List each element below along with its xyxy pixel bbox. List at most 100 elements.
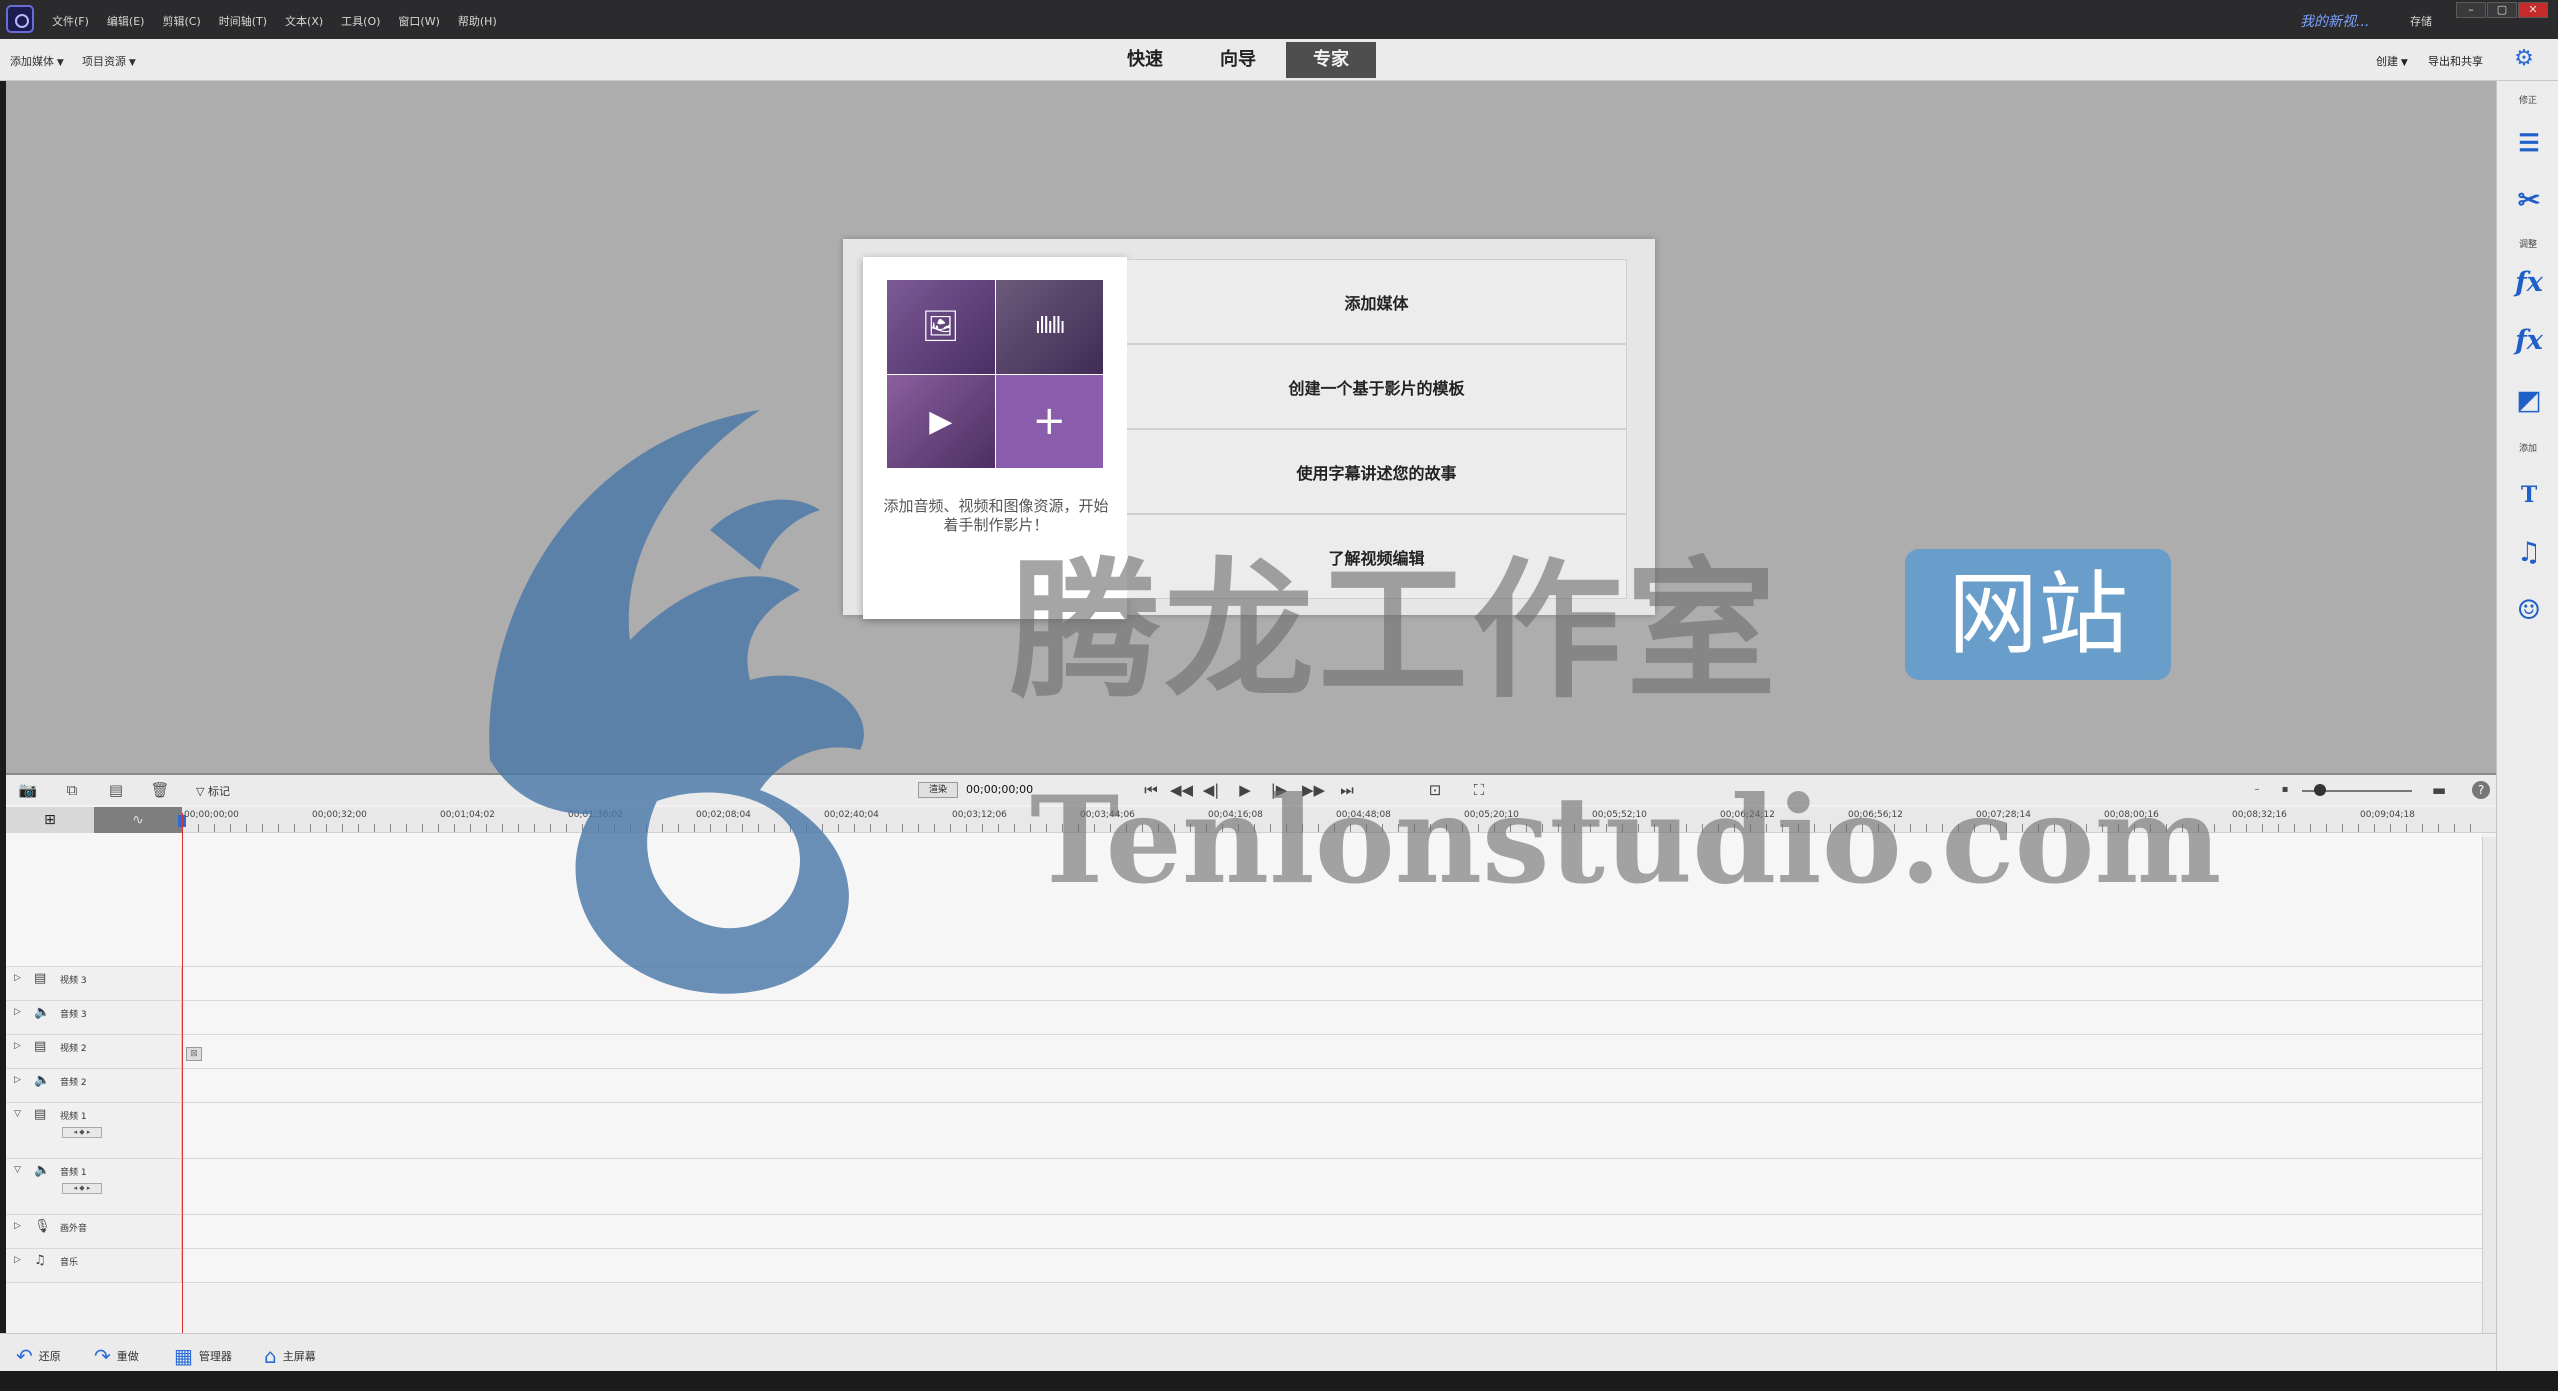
create-dropdown[interactable]: 创建 bbox=[2376, 53, 2408, 69]
ruler-label: 00;04;16;08 bbox=[1208, 810, 1263, 820]
media-tiles[interactable]: 🖼 ıllıllı ▶ + bbox=[887, 280, 1103, 468]
redo-label: 重做 bbox=[116, 1350, 139, 1363]
option-titles-story[interactable]: 使用字幕讲述您的故事 bbox=[1127, 429, 1627, 514]
track-music[interactable]: ▷ ♫ 音乐 bbox=[6, 1249, 2482, 1283]
clip-placeholder-icon[interactable]: ⊠ bbox=[186, 1047, 202, 1061]
render-button[interactable]: 渲染 bbox=[918, 782, 958, 798]
track-audio-1[interactable]: ▽ 🔈 音频 1 ◂ ◆ ▸ bbox=[6, 1159, 2482, 1215]
collapse-icon[interactable]: ▽ bbox=[14, 1165, 21, 1175]
option-add-media[interactable]: 添加媒体 bbox=[1127, 259, 1627, 344]
menu-help[interactable]: 帮助(H) bbox=[458, 13, 497, 29]
fx-edit-icon[interactable]: fx bbox=[2513, 267, 2545, 299]
option-movie-template[interactable]: 创建一个基于影片的模板 bbox=[1127, 344, 1627, 429]
go-to-end-icon[interactable]: ⏭ bbox=[1336, 780, 1358, 800]
track-video-3[interactable]: ▷ ▤ 视频 3 bbox=[6, 967, 2482, 1001]
organizer-button[interactable]: ▦ 管理器 bbox=[174, 1344, 232, 1368]
track-narration[interactable]: ▷ 🎙 画外音 bbox=[6, 1215, 2482, 1249]
title-icon[interactable]: T bbox=[2513, 479, 2545, 511]
add-label: 添加 bbox=[2518, 444, 2537, 454]
rewind-icon[interactable]: ◀◀ bbox=[1170, 780, 1193, 800]
audio-tile: ıllıllı bbox=[995, 280, 1103, 374]
welcome-description: 添加音频、视频和图像资源，开始着手制作影片！ bbox=[883, 497, 1109, 534]
track-audio-3[interactable]: ▷ 🔈 音频 3 bbox=[6, 1001, 2482, 1035]
track-header: ▷ ▤ 视频 3 bbox=[6, 967, 182, 1000]
graphics-icon[interactable]: ☺ bbox=[2513, 595, 2545, 627]
menu-window[interactable]: 窗口(W) bbox=[398, 13, 439, 29]
expand-icon[interactable]: ▷ bbox=[14, 1255, 21, 1265]
fx-icon[interactable]: fx bbox=[2513, 325, 2545, 357]
project-name[interactable]: 我的新视... bbox=[2300, 11, 2369, 31]
ruler-label: 00;05;20;10 bbox=[1464, 810, 1519, 820]
mode-expert-tab[interactable]: 专家 bbox=[1286, 42, 1376, 78]
expand-icon[interactable]: ▷ bbox=[14, 973, 21, 983]
expand-icon[interactable]: ▷ bbox=[14, 1041, 21, 1051]
track-area: ▷ ▤ 视频 3 ▷ 🔈 音频 3 ▷ ▤ 视频 2 ⊠ ▷ 🔈 音频 2 ▽ … bbox=[6, 833, 2496, 1343]
help-icon[interactable]: ? bbox=[2472, 781, 2490, 799]
expand-icon[interactable]: ▷ bbox=[14, 1075, 21, 1085]
menu-clip[interactable]: 剪辑(C) bbox=[162, 13, 200, 29]
menu-edit[interactable]: 编辑(E) bbox=[107, 13, 145, 29]
play-icon[interactable]: ▶ bbox=[1234, 780, 1256, 800]
playhead-line[interactable] bbox=[182, 813, 183, 1343]
undo-button[interactable]: ↶ 还原 bbox=[16, 1344, 61, 1368]
save-button[interactable]: 存储 bbox=[2410, 13, 2432, 29]
track-name: 音乐 bbox=[60, 1258, 79, 1268]
menu-text[interactable]: 文本(X) bbox=[285, 13, 323, 29]
audio-waveform-toggle-icon[interactable]: ∿ bbox=[94, 807, 182, 833]
collapse-icon[interactable]: ▽ bbox=[14, 1109, 21, 1119]
track-video-2[interactable]: ▷ ▤ 视频 2 ⊠ bbox=[6, 1035, 2482, 1069]
adjust-label: 修正 bbox=[2518, 96, 2537, 106]
add-tile[interactable]: + bbox=[995, 374, 1103, 468]
zoom-slider-handle[interactable] bbox=[2314, 784, 2326, 796]
go-to-start-icon[interactable]: ⏮ bbox=[1140, 780, 1162, 800]
timeline-panel: 📷 ⧉ ▤ 🗑 ▽ 标记 渲染 00;00;00;00 ⏮ ◀◀ ◀| ▶ |▶… bbox=[6, 773, 2496, 1371]
redo-button[interactable]: ↷ 重做 bbox=[94, 1344, 139, 1368]
expand-icon[interactable]: ▷ bbox=[14, 1221, 21, 1231]
music-icon[interactable]: ♫ bbox=[2513, 537, 2545, 569]
keyframe-controls[interactable]: ◂ ◆ ▸ bbox=[62, 1127, 102, 1138]
trash-icon[interactable]: 🗑 bbox=[150, 781, 170, 799]
keyframe-controls[interactable]: ◂ ◆ ▸ bbox=[62, 1183, 102, 1194]
ruler-label: 00;09;04;18 bbox=[2360, 810, 2415, 820]
menu-tools[interactable]: 工具(O) bbox=[341, 13, 380, 29]
step-back-icon[interactable]: ◀| bbox=[1200, 780, 1222, 800]
vertical-scrollbar[interactable] bbox=[2482, 837, 2496, 1339]
track-name: 音频 3 bbox=[60, 1010, 87, 1020]
maximize-icon[interactable]: ▢ bbox=[2487, 2, 2517, 18]
transitions-icon[interactable]: ◩ bbox=[2513, 385, 2545, 417]
track-audio-2[interactable]: ▷ 🔈 音频 2 bbox=[6, 1069, 2482, 1103]
menu-timeline[interactable]: 时间轴(T) bbox=[219, 13, 267, 29]
film-icon[interactable]: ▤ bbox=[106, 781, 126, 799]
zoom-in-icon[interactable]: ▬ bbox=[2428, 780, 2450, 800]
gear-icon[interactable]: ⚙ bbox=[2510, 45, 2538, 73]
track-video-1[interactable]: ▽ ▤ 视频 1 ◂ ◆ ▸ bbox=[6, 1103, 2482, 1159]
fullscreen-icon[interactable]: ⛶ bbox=[1468, 780, 1490, 800]
add-media-dropdown[interactable]: 添加媒体 bbox=[10, 53, 64, 69]
project-assets-dropdown[interactable]: 项目资源 bbox=[82, 53, 136, 69]
track-options-icon[interactable]: ⊞ bbox=[6, 807, 94, 833]
zoom-small-icon[interactable]: ▪ bbox=[2274, 780, 2296, 800]
adjust-icon[interactable]: ☰ bbox=[2513, 127, 2545, 159]
time-ruler[interactable]: ⊞ ∿ 00;00;00;00 00;00;32;00 00;01;04;02 … bbox=[6, 807, 2496, 833]
ruler-label: 00;02;40;04 bbox=[824, 810, 879, 820]
camera-icon[interactable]: 📷 bbox=[18, 781, 38, 799]
menu-file[interactable]: 文件(F) bbox=[52, 13, 89, 29]
mode-guided-tab[interactable]: 向导 bbox=[1193, 42, 1283, 78]
home-button[interactable]: ⌂ 主屏幕 bbox=[264, 1344, 316, 1368]
ruler-label: 00;07;28;14 bbox=[1976, 810, 2031, 820]
marker-dropdown[interactable]: ▽ 标记 bbox=[196, 783, 230, 799]
tools-icon[interactable]: ✂ bbox=[2513, 185, 2545, 217]
expand-icon[interactable]: ▷ bbox=[14, 1007, 21, 1017]
ruler-label: 00;05;52;10 bbox=[1592, 810, 1647, 820]
minimize-icon[interactable]: – bbox=[2456, 2, 2486, 18]
export-share-button[interactable]: 导出和共享 bbox=[2428, 53, 2483, 69]
mode-quick-tab[interactable]: 快速 bbox=[1100, 42, 1190, 78]
monitor-settings-icon[interactable]: ⊡ bbox=[1424, 780, 1446, 800]
step-forward-icon[interactable]: |▶ bbox=[1268, 780, 1290, 800]
close-icon[interactable]: ✕ bbox=[2518, 2, 2548, 18]
copy-icon[interactable]: ⧉ bbox=[62, 781, 82, 799]
zoom-out-icon[interactable]: – bbox=[2246, 780, 2268, 800]
empty-track-space[interactable] bbox=[6, 833, 2482, 967]
fast-forward-icon[interactable]: ▶▶ bbox=[1302, 780, 1325, 800]
option-learn-editing[interactable]: 了解视频编辑 bbox=[1127, 514, 1627, 599]
